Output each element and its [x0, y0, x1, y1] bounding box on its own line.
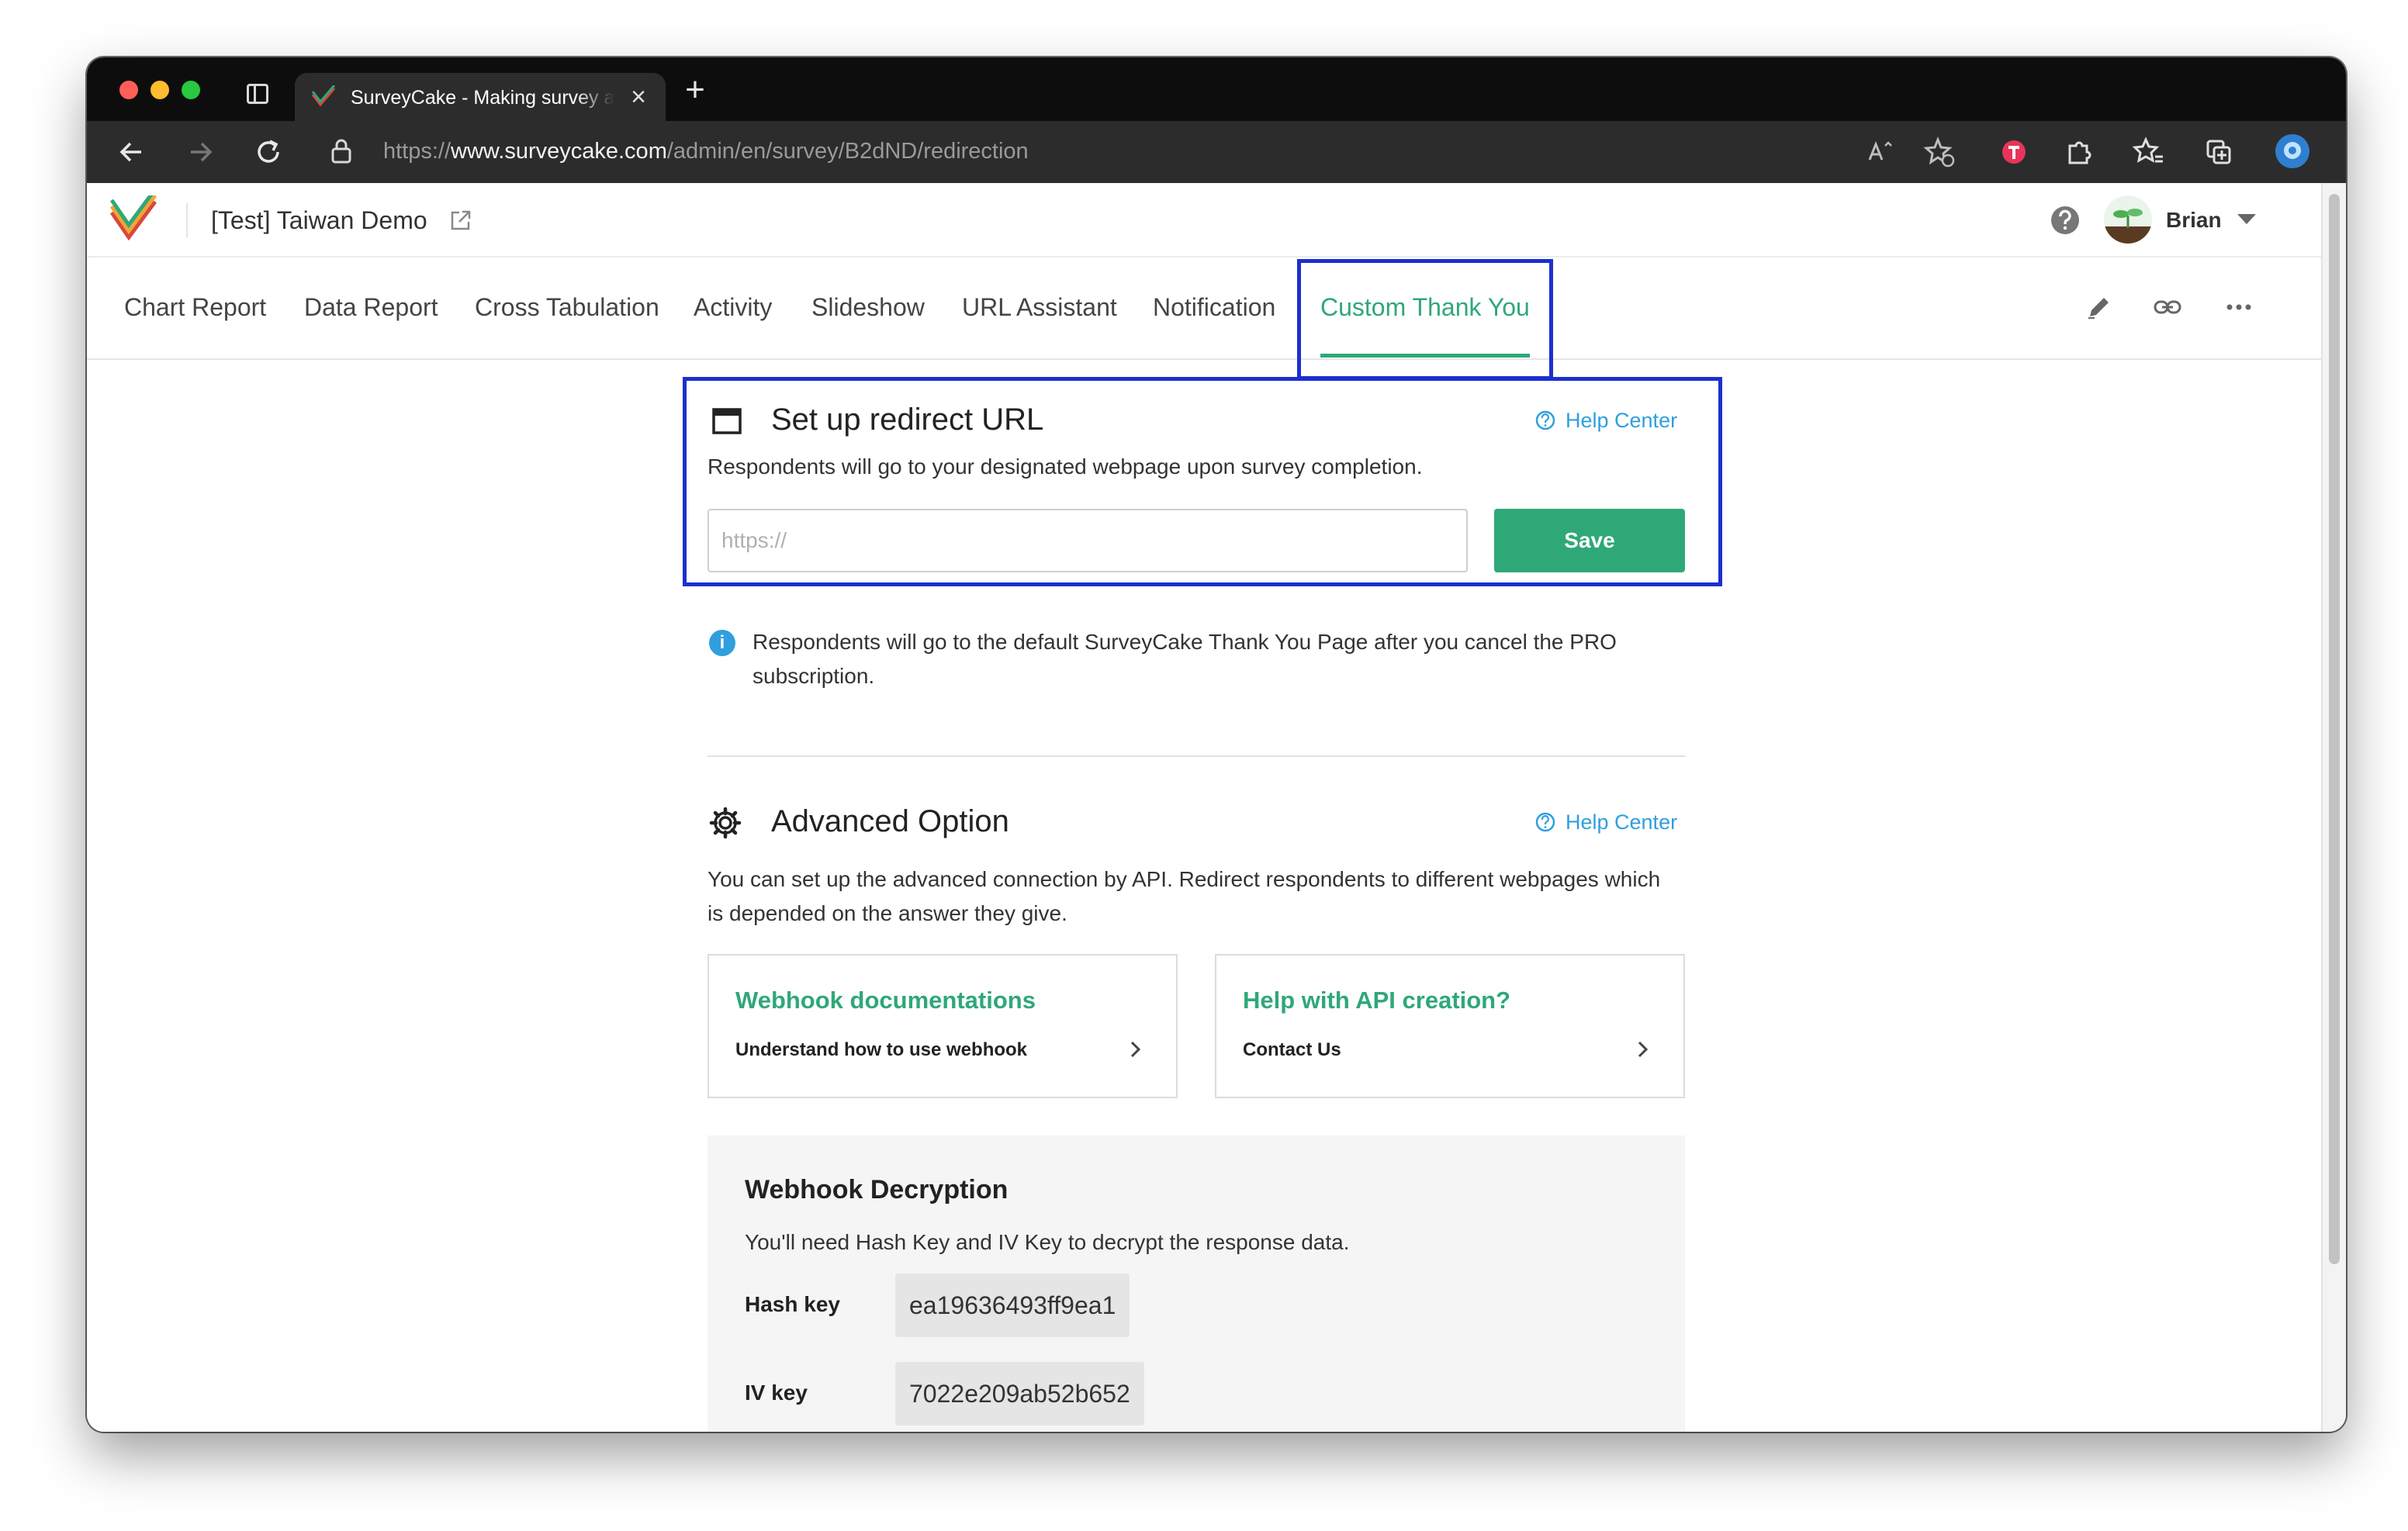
- url-scheme: https://: [383, 139, 452, 164]
- scrollbar-thumb[interactable]: [2329, 194, 2340, 1264]
- avatar[interactable]: [2104, 195, 2152, 244]
- hash-key-label: Hash key: [745, 1292, 840, 1316]
- tab-chart-report[interactable]: Chart Report: [124, 290, 266, 324]
- api-help-card[interactable]: Help with API creation? Contact Us: [1215, 954, 1685, 1098]
- user-name[interactable]: Brian: [2166, 205, 2222, 236]
- info-icon: i: [709, 630, 735, 656]
- forward-arrow-icon[interactable]: [183, 135, 217, 169]
- read-aloud-icon[interactable]: [1863, 135, 1898, 169]
- minimize-window-button[interactable]: [150, 81, 169, 99]
- browser-window: SurveyCake - Making survey as easy as a …: [87, 57, 2346, 1432]
- redirect-url-input[interactable]: [708, 509, 1468, 572]
- app-header: [Test] Taiwan Demo Brian: [87, 183, 2321, 257]
- caret-down-icon[interactable]: [2237, 214, 2256, 224]
- iv-key-value[interactable]: 7022e209ab52b652: [895, 1362, 1144, 1426]
- edit-pencil-icon[interactable]: [2084, 292, 2115, 323]
- highlight-box-tab: [1297, 259, 1553, 380]
- advanced-description-line1: You can set up the advanced connection b…: [708, 867, 1661, 891]
- advanced-help-center-link[interactable]: Help Center: [1566, 808, 1677, 836]
- webhook-docs-card[interactable]: Webhook documentations Understand how to…: [708, 954, 1178, 1098]
- browser-titlebar: SurveyCake - Making survey as easy as a …: [87, 57, 2346, 121]
- favorites-icon[interactable]: [2132, 135, 2166, 169]
- more-options-icon[interactable]: [2223, 292, 2254, 323]
- new-tab-icon[interactable]: +: [680, 73, 711, 107]
- card-subtitle: Understand how to use webhook: [735, 1039, 1028, 1060]
- collections-icon[interactable]: [2202, 135, 2236, 169]
- tab-actions-icon[interactable]: [247, 84, 268, 104]
- pro-notice-line2: subscription.: [752, 664, 875, 688]
- page-scrollbar[interactable]: [2321, 183, 2346, 1432]
- iv-key-label: IV key: [745, 1381, 808, 1405]
- tab-notification[interactable]: Notification: [1153, 290, 1275, 324]
- hash-key-value[interactable]: ea19636493ff9ea1: [895, 1274, 1130, 1337]
- tab-url-assistant[interactable]: URL Assistant: [962, 290, 1117, 324]
- external-link-icon[interactable]: [448, 208, 473, 233]
- page-viewport: [Test] Taiwan Demo Brian Chart Report Da…: [87, 183, 2321, 1432]
- tab-activity[interactable]: Activity: [694, 290, 772, 324]
- advanced-section-title: Advanced Option: [771, 804, 1009, 838]
- close-window-button[interactable]: [119, 81, 138, 99]
- decryption-description: You'll need Hash Key and IV Key to decry…: [745, 1230, 1350, 1254]
- surveycake-favicon-icon: [311, 85, 336, 107]
- extensions-puzzle-icon[interactable]: [2062, 135, 2096, 169]
- link-icon[interactable]: [2152, 292, 2183, 323]
- url-host: www.surveycake.com: [451, 139, 667, 164]
- advanced-description-line2: is depended on the answer they give.: [708, 901, 1067, 925]
- question-circle-icon: [1535, 812, 1555, 832]
- profile-avatar-icon[interactable]: [2273, 132, 2312, 171]
- tab-cross-tabulation[interactable]: Cross Tabulation: [475, 290, 659, 324]
- redirect-description: Respondents will go to your designated w…: [708, 454, 1423, 479]
- url-text: https://www.surveycake.com/admin/en/surv…: [383, 137, 1029, 166]
- survey-title: [Test] Taiwan Demo: [211, 206, 427, 234]
- reload-icon[interactable]: [251, 135, 285, 169]
- extension-red-icon[interactable]: [1997, 135, 2031, 169]
- maximize-window-button[interactable]: [182, 81, 200, 99]
- address-bar[interactable]: https://www.surveycake.com/admin/en/surv…: [312, 126, 1955, 177]
- card-title: Webhook documentations: [735, 987, 1036, 1014]
- decryption-title: Webhook Decryption: [745, 1175, 1009, 1204]
- save-button[interactable]: Save: [1494, 509, 1685, 572]
- header-divider: [186, 203, 188, 237]
- card-title: Help with API creation?: [1243, 987, 1511, 1014]
- section-divider: [708, 755, 1685, 757]
- tab-data-report[interactable]: Data Report: [304, 290, 438, 324]
- sprout-avatar-icon: [2104, 195, 2152, 244]
- close-tab-icon[interactable]: ×: [625, 84, 652, 110]
- add-favorite-icon[interactable]: [1922, 135, 1956, 169]
- surveycake-logo-icon[interactable]: [109, 195, 158, 244]
- lock-icon: [331, 139, 351, 164]
- card-subtitle: Contact Us: [1243, 1039, 1341, 1060]
- browser-toolbar: https://www.surveycake.com/admin/en/surv…: [87, 121, 2346, 183]
- browser-window-icon: [712, 408, 742, 434]
- pro-notice-line1: Respondents will go to the default Surve…: [752, 630, 1617, 654]
- survey-subnav: Chart Report Data Report Cross Tabulatio…: [87, 257, 2321, 380]
- help-center-link[interactable]: Help Center: [1566, 406, 1677, 434]
- webhook-decryption-panel: Webhook Decryption You'll need Hash Key …: [708, 1135, 1685, 1432]
- redirect-section-title: Set up redirect URL: [771, 403, 1044, 437]
- chevron-right-icon: [1130, 1041, 1141, 1058]
- browser-tab-title: SurveyCake - Making survey as easy as a …: [351, 87, 614, 109]
- tab-slideshow[interactable]: Slideshow: [811, 290, 925, 324]
- question-circle-icon: [1535, 410, 1555, 430]
- gear-icon: [709, 807, 742, 839]
- help-circle-icon[interactable]: [2050, 205, 2081, 236]
- url-path: /admin/en/survey/B2dND/redirection: [666, 139, 1029, 164]
- chevron-right-icon: [1638, 1041, 1649, 1058]
- back-arrow-icon[interactable]: [115, 135, 149, 169]
- browser-tab-surveycake[interactable]: SurveyCake - Making survey as easy as a …: [295, 73, 666, 121]
